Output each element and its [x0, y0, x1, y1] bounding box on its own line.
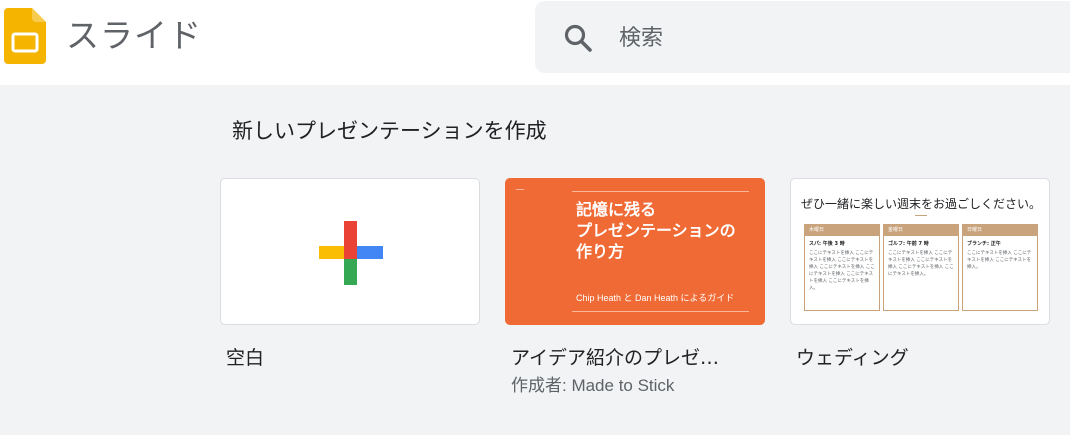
thumb-rule-top [572, 191, 749, 192]
template-title: アイデア紹介のプレゼ… [511, 347, 720, 369]
thumb-heading-line: プレゼンテーションの [576, 221, 736, 240]
column-day: 日曜日 [963, 225, 1037, 236]
search-input[interactable] [619, 19, 1019, 57]
template-thumbnail[interactable]: ぜひ一緒に楽しい週末をお過ごしください。 木曜日 スパ: 午後 3 時 ここにテ… [790, 178, 1050, 325]
column-day: 金曜日 [884, 225, 958, 236]
search-icon[interactable] [563, 23, 593, 53]
thumb-column: 日曜日 ブランチ: 正午 ここにテキストを挿入 ここにテキストを挿入 ここにテキ… [962, 224, 1038, 311]
thumb-heading: ぜひ一緒に楽しい週末をお過ごしください。 [800, 197, 1041, 211]
template-thumbnail[interactable]: 記憶に残る プレゼンテーションの 作り方 Chip Heath と Dan He… [505, 178, 765, 325]
thumb-column: 木曜日 スパ: 午後 3 時 ここにテキストを挿入 ここにテキストを挿入 ここに… [804, 224, 880, 311]
thumb-column: 金曜日 ゴルフ: 午前 7 時 ここにテキストを挿入 ここにテキストを挿入 ここ… [883, 224, 959, 311]
column-text: ここにテキストを挿入 ここにテキストを挿入 ここにテキストを挿入。 [967, 251, 1032, 270]
thumb-rule-bottom [572, 311, 749, 312]
template-idea-presentation[interactable]: 記憶に残る プレゼンテーションの 作り方 Chip Heath と Dan He… [505, 178, 765, 397]
search-box[interactable] [535, 1, 1070, 73]
thumb-heading-line: 記憶に残る [576, 200, 657, 219]
template-title: ウェディング [796, 347, 909, 369]
template-title: 空白 [226, 347, 265, 369]
column-event: ブランチ: 正午 [967, 241, 1001, 247]
section-title: 新しいプレゼンテーションを作成 [232, 119, 547, 143]
thumb-heading-line: 作り方 [576, 242, 625, 261]
template-thumbnail[interactable] [220, 178, 480, 325]
plus-icon [319, 221, 383, 285]
column-event: ゴルフ: 午前 7 時 [888, 241, 929, 247]
top-bar: スライド [0, 0, 1070, 85]
column-text: ここにテキストを挿入 ここにテキストを挿入 ここにテキストを挿入 ここにテキスト… [809, 251, 875, 291]
thumb-heading: 記憶に残る プレゼンテーションの 作り方 [576, 199, 762, 262]
thumb-decoration [516, 189, 524, 190]
thumb-rule [915, 215, 927, 216]
template-blank[interactable]: 空白 [220, 178, 480, 371]
app-name: スライド [66, 16, 202, 55]
template-author: 作成者: Made to Stick [511, 376, 675, 395]
slides-logo-icon[interactable] [4, 8, 46, 64]
template-wedding[interactable]: ぜひ一緒に楽しい週末をお過ごしください。 木曜日 スパ: 午後 3 時 ここにテ… [790, 178, 1050, 371]
column-text: ここにテキストを挿入 ここにテキストを挿入 ここにテキストを挿入 ここにテキスト… [888, 251, 954, 277]
thumb-subtitle: Chip Heath と Dan Heath によるガイド [576, 293, 735, 303]
column-day: 木曜日 [805, 225, 879, 236]
column-event: スパ: 午後 3 時 [809, 241, 845, 247]
